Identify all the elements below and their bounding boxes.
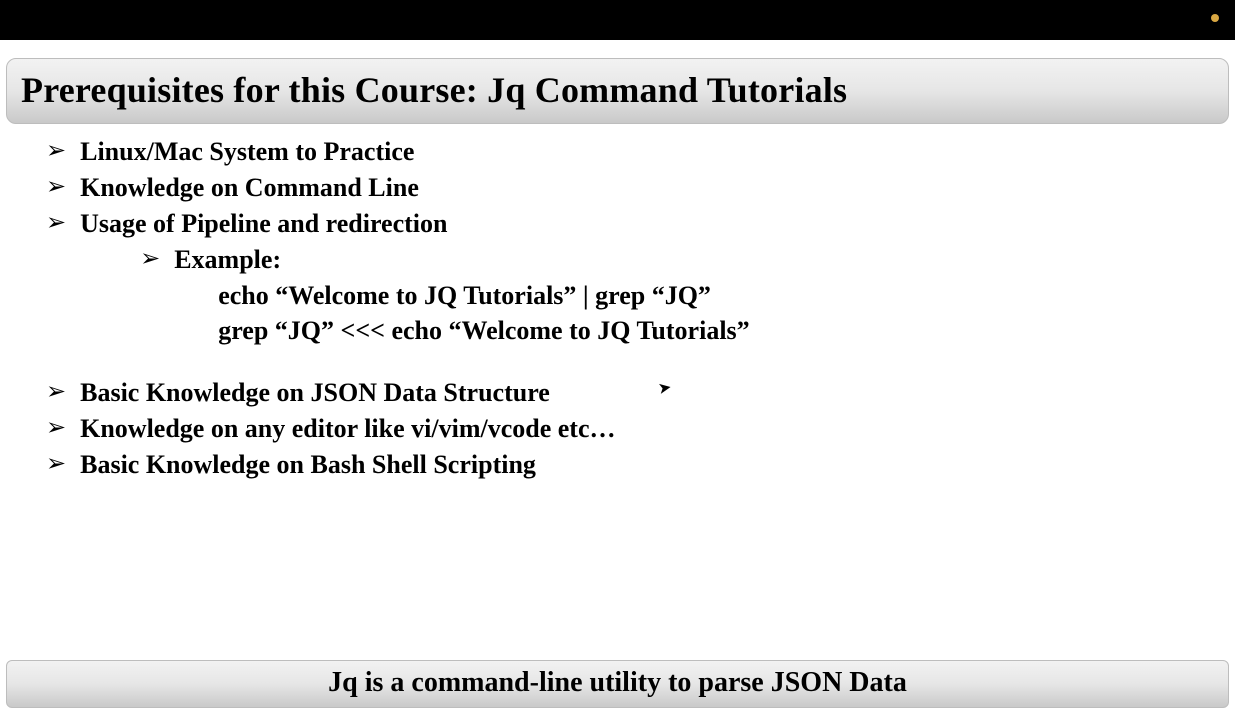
example-label: Example: (174, 245, 281, 274)
list-item: Usage of Pipeline and redirection Exampl… (46, 206, 1199, 350)
slide-title: Prerequisites for this Course: Jq Comman… (21, 69, 1214, 111)
slide-body: Prerequisites for this Course: Jq Comman… (0, 40, 1235, 483)
list-item: Knowledge on any editor like vi/vim/vcod… (46, 411, 1199, 447)
list-item: Example: echo “Welcome to JQ Tutorials” … (140, 242, 1199, 350)
recording-indicator-icon (1211, 14, 1219, 22)
slide-title-bar: Prerequisites for this Course: Jq Comman… (6, 58, 1229, 124)
code-line: grep “JQ” <<< echo “Welcome to JQ Tutori… (218, 313, 1199, 349)
list-item: Basic Knowledge on JSON Data Structure (46, 375, 1199, 411)
spacer (46, 349, 1199, 375)
code-line: echo “Welcome to JQ Tutorials” | grep “J… (218, 278, 1199, 314)
list-item: Knowledge on Command Line (46, 170, 1199, 206)
list-item-text: Usage of Pipeline and redirection (80, 209, 447, 238)
slide-footer-text: Jq is a command-line utility to parse JS… (7, 667, 1228, 699)
slide-content: Linux/Mac System to Practice Knowledge o… (6, 130, 1229, 483)
example-code-block: echo “Welcome to JQ Tutorials” | grep “J… (218, 278, 1199, 350)
slide-footer-bar: Jq is a command-line utility to parse JS… (6, 660, 1229, 708)
bullet-list-bottom: Basic Knowledge on JSON Data Structure K… (46, 375, 1199, 483)
list-item: Basic Knowledge on Bash Shell Scripting (46, 447, 1199, 483)
bullet-list-top: Linux/Mac System to Practice Knowledge o… (46, 134, 1199, 349)
sub-bullet-list: Example: echo “Welcome to JQ Tutorials” … (140, 242, 1199, 350)
list-item: Linux/Mac System to Practice (46, 134, 1199, 170)
window-titlebar (0, 0, 1235, 40)
